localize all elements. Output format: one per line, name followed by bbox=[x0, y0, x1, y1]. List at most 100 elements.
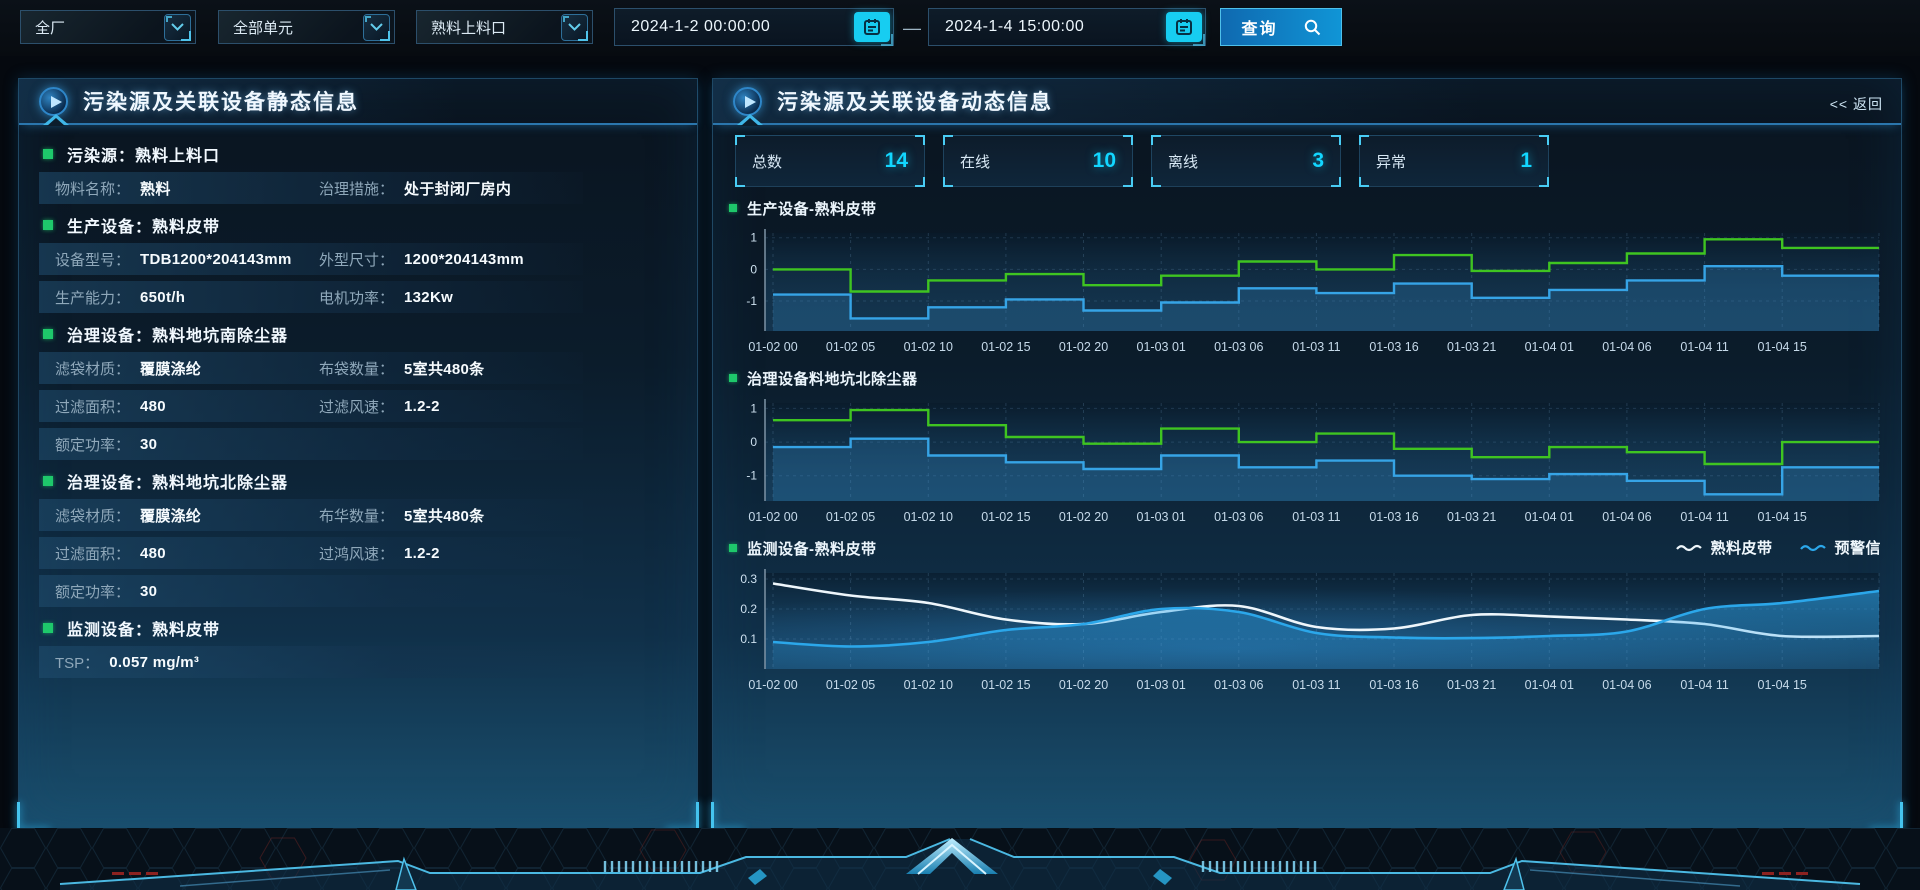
svg-text:01-03 01: 01-03 01 bbox=[1137, 510, 1186, 524]
select-plant[interactable]: 全厂 bbox=[20, 10, 196, 44]
svg-text:01-03 21: 01-03 21 bbox=[1447, 340, 1496, 354]
corner-bracket bbox=[1151, 135, 1161, 145]
legend-label: 预警信 bbox=[1834, 537, 1881, 558]
svg-text:01-02 15: 01-02 15 bbox=[981, 340, 1030, 354]
svg-text:01-04 01: 01-04 01 bbox=[1525, 510, 1574, 524]
kv-value: 5室共480条 bbox=[404, 358, 484, 379]
svg-text:01-03 01: 01-03 01 bbox=[1137, 678, 1186, 692]
section-heading-text: 治理设备：熟料地坑北除尘器 bbox=[67, 469, 288, 493]
stat-label: 异常 bbox=[1376, 151, 1406, 172]
kv-label: 设备型号： bbox=[55, 249, 130, 270]
svg-text:01-02 05: 01-02 05 bbox=[826, 678, 875, 692]
kv-label: 过滤面积： bbox=[55, 543, 130, 564]
section-heading-text: 监测设备：熟料皮带 bbox=[67, 616, 220, 640]
stat-value: 3 bbox=[1312, 149, 1324, 173]
kv-row: 物料名称：熟料治理措施：处于封闭厂房内 bbox=[39, 172, 583, 204]
stat-label: 离线 bbox=[1168, 151, 1198, 172]
svg-text:01-04 11: 01-04 11 bbox=[1680, 340, 1728, 354]
chart-legend: 熟料皮带 预警信 bbox=[1676, 537, 1881, 558]
panel-header: 污染源及关联设备动态信息 << 返回 bbox=[713, 79, 1901, 125]
kv-cell: 布华数量：5室共480条 bbox=[319, 505, 583, 526]
svg-text:01-02 20: 01-02 20 bbox=[1059, 510, 1108, 524]
panel-header: 污染源及关联设备静态信息 bbox=[19, 79, 697, 125]
svg-text:0: 0 bbox=[750, 262, 757, 276]
kv-cell: 过滤面积：480 bbox=[55, 543, 319, 564]
section-heading: 污染源：熟料上料口 bbox=[19, 143, 697, 165]
svg-text:01-03 06: 01-03 06 bbox=[1214, 510, 1263, 524]
svg-text:01-04 15: 01-04 15 bbox=[1758, 678, 1807, 692]
corner-bracket bbox=[1359, 177, 1369, 187]
kv-row: 滤袋材质：覆膜涤纶布华数量：5室共480条 bbox=[39, 499, 583, 531]
kv-label: 过滤面积： bbox=[55, 396, 130, 417]
kv-label: 治理措施： bbox=[319, 178, 394, 199]
stat-card: 异常1 bbox=[1359, 135, 1549, 187]
calendar-icon[interactable] bbox=[854, 12, 890, 42]
svg-text:0: 0 bbox=[750, 435, 757, 449]
chevron-down-icon bbox=[561, 14, 588, 41]
svg-text:01-04 01: 01-04 01 bbox=[1525, 678, 1574, 692]
green-bullet-icon bbox=[729, 544, 737, 552]
svg-text:01-04 15: 01-04 15 bbox=[1758, 340, 1807, 354]
svg-text:-1: -1 bbox=[746, 469, 757, 483]
date-start-input[interactable]: 2024-1-2 00:00:00 bbox=[614, 8, 894, 46]
svg-text:01-03 01: 01-03 01 bbox=[1137, 340, 1186, 354]
kv-value: TDB1200*204143mm bbox=[140, 251, 292, 268]
kv-row: 额定功率：30 bbox=[39, 575, 583, 607]
kv-cell: 布袋数量： 5室共480条 bbox=[319, 358, 583, 379]
calendar-icon[interactable] bbox=[1166, 12, 1202, 42]
chevron-down-icon bbox=[164, 14, 191, 41]
kv-cell: TSP：0.057 mg/m³ bbox=[55, 652, 319, 673]
kv-cell: 治理措施：处于封闭厂房内 bbox=[319, 178, 583, 199]
chart-title-row: 生产设备-熟料皮带 bbox=[729, 197, 1887, 219]
corner-bracket bbox=[915, 135, 925, 145]
corner-bracket bbox=[915, 177, 925, 187]
section-heading: 监测设备：熟料皮带 bbox=[19, 617, 697, 639]
svg-text:01-04 15: 01-04 15 bbox=[1758, 510, 1807, 524]
section-heading: 生产设备：熟料皮带 bbox=[19, 214, 697, 236]
green-bullet-icon bbox=[43, 149, 53, 159]
svg-text:01-03 21: 01-03 21 bbox=[1447, 510, 1496, 524]
kv-value: 1200*204143mm bbox=[404, 251, 524, 268]
legend-item-material-belt[interactable]: 熟料皮带 bbox=[1676, 537, 1772, 558]
svg-text:0.1: 0.1 bbox=[740, 632, 757, 646]
select-unit[interactable]: 全部单元 bbox=[218, 10, 395, 44]
svg-text:01-04 01: 01-04 01 bbox=[1525, 340, 1574, 354]
kv-label: 生产能力： bbox=[55, 287, 130, 308]
static-info-body: 污染源：熟料上料口物料名称：熟料治理措施：处于封闭厂房内生产设备：熟料皮带设备型… bbox=[19, 125, 697, 678]
kv-label: 布袋数量： bbox=[319, 358, 394, 379]
panel-title: 污染源及关联设备静态信息 bbox=[83, 86, 359, 116]
kv-cell: 滤袋材质：覆膜涤纶 bbox=[55, 358, 319, 379]
svg-text:1: 1 bbox=[750, 401, 757, 415]
kv-label: 过滤风速： bbox=[319, 396, 394, 417]
svg-text:01-02 20: 01-02 20 bbox=[1059, 678, 1108, 692]
green-bullet-icon bbox=[43, 623, 53, 633]
chart-block-monitor-equipment: 监测设备-熟料皮带 熟料皮带 预警信 0.30.20.101-02 0001-0… bbox=[729, 537, 1887, 703]
corner-bracket bbox=[1123, 135, 1133, 145]
green-bullet-icon bbox=[43, 220, 53, 230]
green-bullet-icon bbox=[729, 374, 737, 382]
select-pollution-source[interactable]: 熟料上料口 bbox=[416, 10, 593, 44]
kv-row: 设备型号：TDB1200*204143mm外型尺寸：1200*204143mm bbox=[39, 243, 583, 275]
kv-value: 5室共480条 bbox=[404, 505, 484, 526]
svg-text:01-03 06: 01-03 06 bbox=[1214, 678, 1263, 692]
svg-text:01-03 16: 01-03 16 bbox=[1369, 340, 1418, 354]
kv-row: 滤袋材质：覆膜涤纶布袋数量： 5室共480条 bbox=[39, 352, 583, 384]
kv-value: 30 bbox=[140, 436, 157, 453]
section-heading: 治理设备：熟料地坑南除尘器 bbox=[19, 323, 697, 345]
svg-text:01-02 00: 01-02 00 bbox=[748, 678, 797, 692]
back-button[interactable]: << 返回 bbox=[1830, 94, 1883, 114]
play-icon bbox=[733, 87, 762, 116]
kv-value: 132Kw bbox=[404, 289, 453, 306]
svg-text:01-02 05: 01-02 05 bbox=[826, 510, 875, 524]
topbar: 全厂 全部单元 熟料上料口 2024-1-2 00:00:00 — 202 bbox=[0, 0, 1920, 56]
kv-cell: 设备型号： TDB1200*204143mm bbox=[55, 249, 319, 270]
svg-text:01-04 11: 01-04 11 bbox=[1680, 510, 1728, 524]
select-plant-value: 全厂 bbox=[35, 17, 65, 38]
svg-text:01-02 20: 01-02 20 bbox=[1059, 340, 1108, 354]
svg-text:01-02 15: 01-02 15 bbox=[981, 678, 1030, 692]
legend-item-warning[interactable]: 预警信 bbox=[1800, 537, 1881, 558]
query-button[interactable]: 查询 bbox=[1220, 8, 1342, 46]
stat-card: 在线10 bbox=[943, 135, 1133, 187]
date-end-input[interactable]: 2024-1-4 15:00:00 bbox=[928, 8, 1206, 46]
svg-text:01-04 06: 01-04 06 bbox=[1602, 510, 1651, 524]
